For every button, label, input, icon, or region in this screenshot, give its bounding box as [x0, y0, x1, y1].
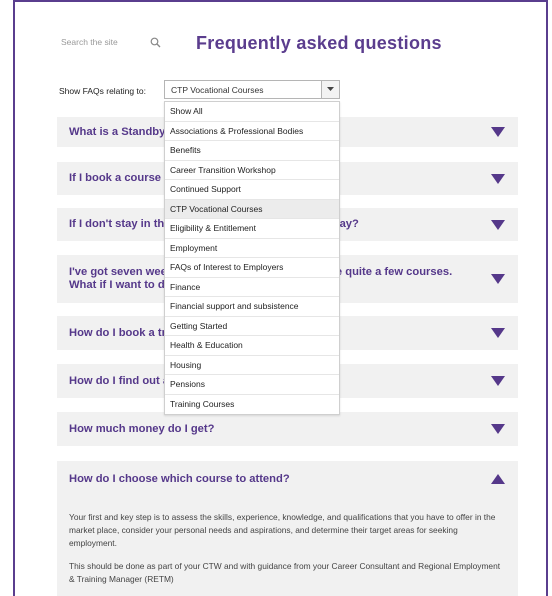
dropdown-option[interactable]: Finance: [165, 278, 339, 297]
select-value: CTP Vocational Courses: [171, 84, 264, 95]
dropdown-option[interactable]: Continued Support: [165, 180, 339, 200]
answer-paragraph: This should be done as part of your CTW …: [69, 561, 501, 584]
expand-triangle-icon: [491, 274, 505, 284]
dropdown-option[interactable]: Health & Education: [165, 336, 339, 356]
faq-category-select[interactable]: CTP Vocational Courses: [164, 80, 340, 99]
faq-answer: Your first and key step is to assess the…: [57, 497, 518, 596]
expand-triangle-icon: [491, 127, 505, 137]
page-title: Frequently asked questions: [196, 33, 442, 53]
faq-item-expanded[interactable]: How do I choose which course to attend?: [57, 461, 518, 497]
expand-triangle-icon: [491, 219, 505, 230]
dropdown-option[interactable]: Career Transition Workshop: [165, 161, 339, 180]
expand-triangle-icon: [491, 173, 505, 184]
search-icon[interactable]: [147, 34, 163, 50]
dropdown-option[interactable]: Associations & Professional Bodies: [165, 122, 339, 141]
faq-category-dropdown: Show All Associations & Professional Bod…: [164, 101, 340, 415]
dropdown-option[interactable]: FAQs of Interest to Employers: [165, 258, 339, 278]
dropdown-option[interactable]: Housing: [165, 356, 339, 375]
dropdown-option[interactable]: Getting Started: [165, 317, 339, 336]
faq-question: How much money do I get?: [69, 422, 215, 435]
site-search[interactable]: Search the site: [58, 32, 163, 52]
filter-label: Show FAQs relating to:: [59, 86, 146, 96]
dropdown-option[interactable]: Pensions: [165, 375, 339, 395]
dropdown-option[interactable]: Employment: [165, 239, 339, 258]
faq-item[interactable]: How much money do I get?: [57, 412, 518, 446]
search-input[interactable]: Search the site: [58, 37, 147, 47]
expand-triangle-icon: [491, 376, 505, 386]
dropdown-option[interactable]: Eligibility & Entitlement: [165, 219, 339, 239]
expand-triangle-icon: [491, 328, 505, 338]
collapse-triangle-icon: [491, 474, 505, 484]
expand-triangle-icon: [491, 424, 505, 434]
faq-question: How do I choose which course to attend?: [69, 472, 290, 485]
dropdown-option[interactable]: Show All: [165, 102, 339, 122]
chevron-down-icon[interactable]: [321, 81, 339, 98]
dropdown-option[interactable]: Training Courses: [165, 395, 339, 415]
answer-paragraph: Your first and key step is to assess the…: [69, 512, 496, 548]
dropdown-option[interactable]: Benefits: [165, 141, 339, 161]
dropdown-option[interactable]: Financial support and subsistence: [165, 297, 339, 317]
dropdown-option-selected[interactable]: CTP Vocational Courses: [165, 199, 339, 219]
